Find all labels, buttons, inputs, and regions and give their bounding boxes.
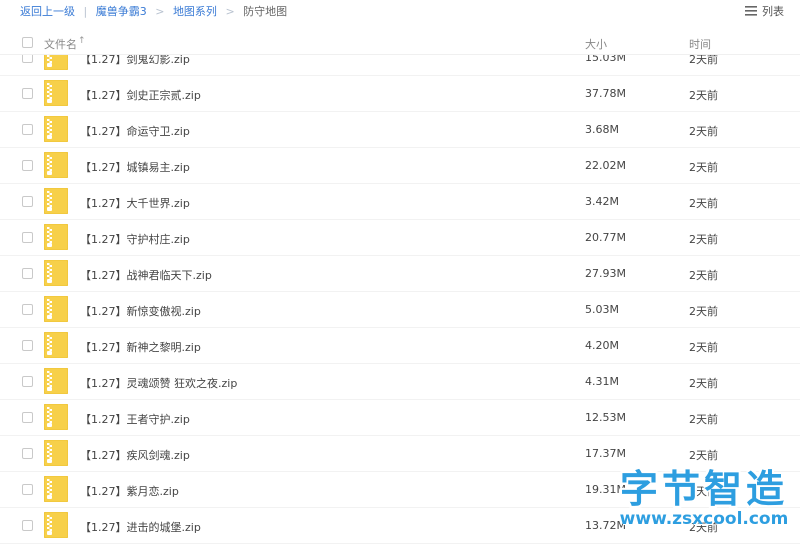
row-checkbox[interactable] [22,268,33,279]
zip-file-icon [43,115,69,143]
file-name[interactable]: 【1.27】疾风剑魂.zip [80,447,190,463]
file-time: 2天前 [689,233,718,246]
zip-file-icon [43,223,69,251]
file-size: 22.02M [585,159,626,172]
view-mode-toggle[interactable]: 列表 [745,3,784,19]
file-time: 2天前 [689,413,718,426]
breadcrumb-arrow: > [155,5,165,18]
back-link[interactable]: 返回上一级 [20,5,75,18]
row-checkbox[interactable] [22,376,33,387]
breadcrumb-divider: | [83,5,88,18]
breadcrumb-current: 防守地图 [243,5,288,18]
file-name[interactable]: 【1.27】命运守卫.zip [80,123,190,139]
file-list-header: 文件名 ↑ 大小 时间 [0,30,800,55]
sort-ascending-icon[interactable]: ↑ [78,36,86,46]
file-time: 2天前 [689,161,718,174]
column-header-time[interactable]: 时间 [689,36,711,52]
file-size: 27.93M [585,267,626,280]
breadcrumb-arrow: > [225,5,235,18]
file-name[interactable]: 【1.27】王者守护.zip [80,411,190,427]
file-row[interactable]: 【1.27】战神君临天下.zip 27.93M 2天前 [0,256,800,292]
column-header-size[interactable]: 大小 [585,36,607,52]
file-name[interactable]: 【1.27】新神之黎明.zip [80,339,201,355]
file-name[interactable]: 【1.27】大千世界.zip [80,195,190,211]
zip-file-icon [43,151,69,179]
file-name[interactable]: 【1.27】城镇易主.zip [80,159,190,175]
select-all-checkbox[interactable] [22,37,33,48]
file-row[interactable]: 【1.27】剑史正宗贰.zip 37.78M 2天前 [0,76,800,112]
zip-file-icon [43,367,69,395]
row-checkbox[interactable] [22,340,33,351]
file-time: 2天前 [689,197,718,210]
row-checkbox[interactable] [22,160,33,171]
file-size: 5.03M [585,303,619,316]
row-checkbox[interactable] [22,484,33,495]
file-name[interactable]: 【1.27】剑史正宗贰.zip [80,87,201,103]
file-row[interactable]: 【1.27】王者守护.zip 12.53M 2天前 [0,400,800,436]
file-row[interactable]: 【1.27】守护村庄.zip 20.77M 2天前 [0,220,800,256]
row-checkbox[interactable] [22,412,33,423]
file-row[interactable]: 【1.27】命运守卫.zip 3.68M 2天前 [0,112,800,148]
zip-file-icon [43,259,69,287]
breadcrumb-bar: 返回上一级 | 魔兽争霸3 > 地图系列 > 防守地图 列表 [0,0,800,22]
file-time: 2天前 [689,377,718,390]
column-header-name[interactable]: 文件名 [44,36,77,52]
file-name[interactable]: 【1.27】守护村庄.zip [80,231,190,247]
row-checkbox[interactable] [22,232,33,243]
file-name[interactable]: 【1.27】紫月恋.zip [80,483,179,499]
watermark-title: 字节智造 [619,467,788,511]
file-time: 2天前 [689,449,718,462]
file-time: 2天前 [689,269,718,282]
zip-file-icon [43,187,69,215]
view-mode-label: 列表 [762,5,784,18]
row-checkbox[interactable] [22,196,33,207]
file-size: 17.37M [585,447,626,460]
breadcrumb-item-map-series[interactable]: 地图系列 [173,5,217,18]
file-row[interactable]: 【1.27】城镇易主.zip 22.02M 2天前 [0,148,800,184]
row-checkbox[interactable] [22,304,33,315]
zip-file-icon [43,331,69,359]
list-view-icon [745,6,757,16]
zip-file-icon [43,403,69,431]
site-watermark: 字节智造 www.zsxcool.com [614,469,794,529]
watermark-url: www.zsxcool.com [619,509,789,529]
breadcrumb-item-warcraft3[interactable]: 魔兽争霸3 [96,5,147,18]
zip-file-icon [43,79,69,107]
file-size: 4.31M [585,375,619,388]
file-size: 20.77M [585,231,626,244]
file-size: 37.78M [585,87,626,100]
file-time: 2天前 [689,341,718,354]
file-size: 12.53M [585,411,626,424]
row-checkbox[interactable] [22,520,33,531]
row-checkbox[interactable] [22,448,33,459]
zip-file-icon [43,511,69,539]
file-name[interactable]: 【1.27】进击的城堡.zip [80,519,201,535]
file-time: 2天前 [689,305,718,318]
file-row[interactable]: 【1.27】大千世界.zip 3.42M 2天前 [0,184,800,220]
file-size: 3.42M [585,195,619,208]
file-row[interactable]: 【1.27】新神之黎明.zip 4.20M 2天前 [0,328,800,364]
breadcrumb: 返回上一级 | 魔兽争霸3 > 地图系列 > 防守地图 [20,3,287,19]
zip-file-icon [43,439,69,467]
zip-file-icon [43,475,69,503]
row-checkbox[interactable] [22,124,33,135]
file-row[interactable]: 【1.27】灵魂颂赞 狂欢之夜.zip 4.31M 2天前 [0,364,800,400]
file-row[interactable]: 【1.27】新惊变傲视.zip 5.03M 2天前 [0,292,800,328]
file-name[interactable]: 【1.27】战神君临天下.zip [80,267,212,283]
file-time: 2天前 [689,125,718,138]
file-time: 2天前 [689,89,718,102]
row-checkbox[interactable] [22,88,33,99]
file-name[interactable]: 【1.27】新惊变傲视.zip [80,303,201,319]
file-size: 4.20M [585,339,619,352]
file-name[interactable]: 【1.27】灵魂颂赞 狂欢之夜.zip [80,375,237,391]
file-size: 3.68M [585,123,619,136]
zip-file-icon [43,295,69,323]
